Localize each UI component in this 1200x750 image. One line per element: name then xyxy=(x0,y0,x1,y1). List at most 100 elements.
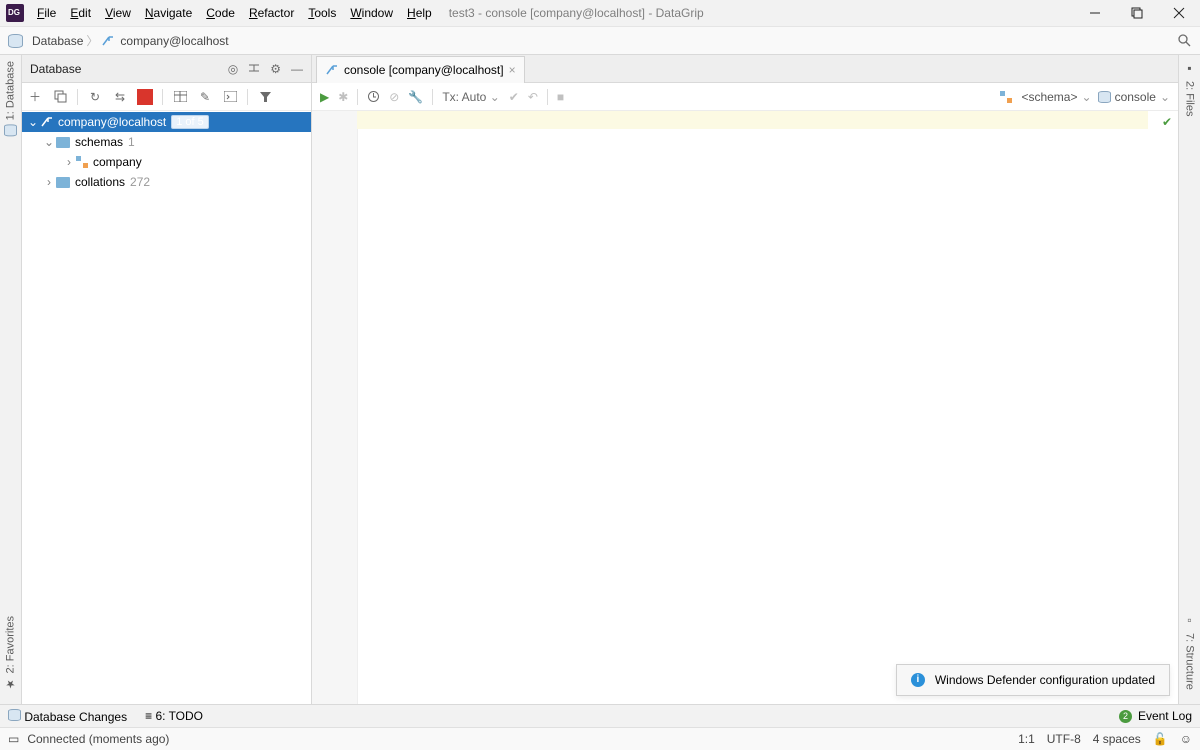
inspection-ok-icon[interactable]: ✔ xyxy=(1162,115,1172,129)
close-button[interactable] xyxy=(1158,0,1200,26)
status-box-icon[interactable]: ▭ xyxy=(8,732,19,746)
tool-favorites-tab[interactable]: ★ 2: Favorites xyxy=(4,610,17,696)
event-log-button[interactable]: Event Log xyxy=(1138,709,1192,723)
datasource-icon xyxy=(101,35,115,47)
debug-icon[interactable]: ✱ xyxy=(338,90,348,104)
stop-icon[interactable] xyxy=(137,89,153,105)
table-icon[interactable] xyxy=(172,89,188,105)
code-editor[interactable]: ✔ i Windows Defender configuration updat… xyxy=(312,111,1178,704)
bottom-toolbar: Database Changes ≡ 6: TODO 2 Event Log xyxy=(0,704,1200,727)
query-console-icon xyxy=(325,64,339,76)
database-icon xyxy=(8,709,21,721)
editor-tabs: console [company@localhost] × xyxy=(312,55,1178,83)
menu-view[interactable]: View xyxy=(98,2,138,24)
run-icon[interactable]: ▶ xyxy=(320,90,329,104)
info-icon: i xyxy=(911,673,925,687)
refresh-icon[interactable]: ↻ xyxy=(87,89,103,105)
duplicate-icon[interactable] xyxy=(52,89,68,105)
breadcrumb-connection[interactable]: company@localhost xyxy=(101,34,228,48)
structure-icon[interactable]: ▫ xyxy=(1187,613,1191,627)
maximize-button[interactable] xyxy=(1116,0,1158,26)
tree-schema-company[interactable]: › company xyxy=(22,152,311,172)
notification-text: Windows Defender configuration updated xyxy=(935,673,1155,687)
chevron-right-icon[interactable]: › xyxy=(62,155,76,169)
tx-mode-selector[interactable]: Tx: Auto ⌄ xyxy=(442,90,499,104)
datasource-count-badge: 1 of 5 xyxy=(171,115,209,129)
titlebar: File Edit View Navigate Code Refactor To… xyxy=(0,0,1200,27)
menu-tools[interactable]: Tools xyxy=(301,2,343,24)
filter-icon[interactable] xyxy=(257,89,273,105)
menu-file[interactable]: File xyxy=(30,2,63,24)
breadcrumb-database[interactable]: Database xyxy=(8,34,83,48)
chevron-down-icon[interactable]: ⌄ xyxy=(26,115,40,129)
editor-area: console [company@localhost] × ▶ ✱ ⊘ 🔧 Tx… xyxy=(312,55,1178,704)
chevron-right-icon[interactable]: › xyxy=(42,175,56,189)
line-gutter xyxy=(312,111,358,704)
current-line-highlight xyxy=(357,111,1148,129)
database-icon xyxy=(8,34,23,48)
lock-icon[interactable]: 🔓 xyxy=(1153,732,1168,746)
database-toolbar: ＋ ↻ ⇆ ✎ xyxy=(22,83,311,111)
search-icon[interactable] xyxy=(1177,33,1192,48)
tree-datasource[interactable]: ⌄ company@localhost 1 of 5 xyxy=(22,112,311,132)
folder-icon xyxy=(56,137,70,148)
target-icon[interactable]: ◎ xyxy=(228,62,238,76)
window-title: test3 - console [company@localhost] - Da… xyxy=(449,6,704,20)
left-tool-strip: 1: Database ★ 2: Favorites xyxy=(0,55,22,704)
commit-icon[interactable]: ✔ xyxy=(509,90,519,104)
edit-icon[interactable]: ✎ xyxy=(197,89,213,105)
window-controls xyxy=(1074,0,1200,26)
history-icon[interactable] xyxy=(367,90,380,103)
files-icon[interactable]: ▪ xyxy=(1187,61,1191,75)
wrench-icon[interactable]: 🔧 xyxy=(408,90,423,104)
status-bar: ▭ Connected (moments ago) 1:1 UTF-8 4 sp… xyxy=(0,727,1200,750)
menu-help[interactable]: Help xyxy=(400,2,439,24)
menu-window[interactable]: Window xyxy=(343,2,400,24)
schema-icon xyxy=(76,156,88,168)
database-panel-header: Database ◎ ⚙ — xyxy=(22,55,311,83)
collapse-all-icon[interactable] xyxy=(248,62,260,76)
add-icon[interactable]: ＋ xyxy=(27,89,43,105)
cursor-position[interactable]: 1:1 xyxy=(1018,732,1035,746)
hide-panel-icon[interactable]: — xyxy=(291,62,303,76)
stop-icon[interactable]: ■ xyxy=(557,90,564,104)
notification-popup[interactable]: i Windows Defender configuration updated xyxy=(896,664,1170,696)
right-tool-strip: ▪ 2: Files ▫ 7: Structure xyxy=(1178,55,1200,704)
tree-schemas[interactable]: ⌄ schemas 1 xyxy=(22,132,311,152)
tool-files-tab[interactable]: 2: Files xyxy=(1184,75,1196,122)
tab-console[interactable]: console [company@localhost] × xyxy=(316,56,525,83)
inspector-icon[interactable]: ☺ xyxy=(1180,732,1192,746)
console-icon[interactable] xyxy=(222,89,238,105)
tool-database-tab[interactable]: 1: Database xyxy=(4,55,17,142)
menu-navigate[interactable]: Navigate xyxy=(138,2,199,24)
database-tree: ⌄ company@localhost 1 of 5 ⌄ schemas 1 ›… xyxy=(22,111,311,704)
file-encoding[interactable]: UTF-8 xyxy=(1047,732,1081,746)
database-changes-button[interactable]: Database Changes xyxy=(8,709,127,724)
menu-edit[interactable]: Edit xyxy=(63,2,98,24)
console-selector[interactable]: console ⌄ xyxy=(1098,90,1170,104)
tree-collations[interactable]: › collations 272 xyxy=(22,172,311,192)
rollback-icon[interactable]: ⊘ xyxy=(389,90,399,104)
event-log-badge: 2 xyxy=(1119,710,1132,723)
menu-refactor[interactable]: Refactor xyxy=(242,2,301,24)
chevron-down-icon[interactable]: ⌄ xyxy=(42,135,56,149)
schema-selector[interactable]: <schema> ⌄ xyxy=(1000,90,1091,104)
app-icon xyxy=(6,4,24,22)
schema-icon xyxy=(1000,91,1012,103)
breadcrumb: Database 〉 company@localhost xyxy=(0,27,1200,55)
indent-setting[interactable]: 4 spaces xyxy=(1093,732,1141,746)
tool-structure-tab[interactable]: 7: Structure xyxy=(1184,627,1196,696)
sync-icon[interactable]: ⇆ xyxy=(112,89,128,105)
connection-status: Connected (moments ago) xyxy=(27,732,169,746)
database-icon xyxy=(1098,91,1111,103)
database-panel-title: Database xyxy=(30,62,81,76)
editor-toolbar: ▶ ✱ ⊘ 🔧 Tx: Auto ⌄ ✔ ↶ ■ <schema> ⌄ cons… xyxy=(312,83,1178,111)
menu-code[interactable]: Code xyxy=(199,2,242,24)
undo-icon[interactable]: ↶ xyxy=(528,90,538,104)
minimize-button[interactable] xyxy=(1074,0,1116,26)
settings-icon[interactable]: ⚙ xyxy=(270,62,281,76)
todo-button[interactable]: ≡ 6: TODO xyxy=(145,709,203,723)
menu-bar: File Edit View Navigate Code Refactor To… xyxy=(30,2,439,24)
close-icon[interactable]: × xyxy=(509,63,516,77)
datasource-icon xyxy=(40,116,54,128)
